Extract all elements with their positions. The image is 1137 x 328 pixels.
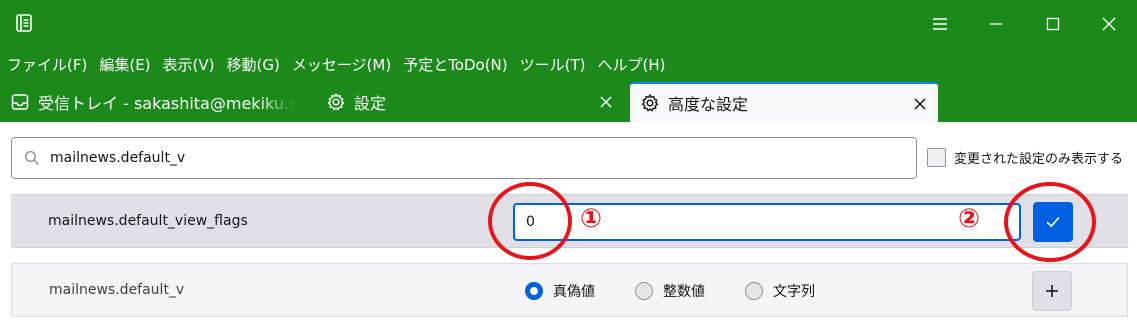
close-window-button[interactable] [1081,0,1137,48]
radio-label: 文字列 [773,284,815,300]
radio-label: 真偽値 [553,284,595,300]
maximize-icon [1046,17,1060,31]
address-book-icon[interactable] [14,13,34,33]
search-icon [24,150,39,165]
tab-settings[interactable]: 設定 [326,82,626,122]
minimize-button[interactable] [968,0,1024,48]
pref-name: mailnews.default_view_flags [48,213,248,229]
gear-icon [641,94,659,112]
close-icon [1102,17,1116,31]
search-box [11,137,917,179]
close-icon [600,96,612,108]
maximize-button[interactable] [1025,0,1081,48]
menu-view[interactable]: 表示(V) [161,48,221,82]
menu-tools[interactable]: ツール(T) [518,48,592,82]
radio-button[interactable] [635,282,653,300]
type-radio-group: 真偽値 整数値 文字列 [12,264,1012,318]
radio-label: 整数値 [663,284,705,300]
radio-number[interactable]: 整数値 [635,281,705,301]
tab-advanced-settings-close-button[interactable] [910,94,930,114]
menu-go[interactable]: 移動(G) [225,48,286,82]
gear-icon [327,93,345,111]
tab-settings-label: 設定 [354,94,387,113]
close-icon [914,98,926,110]
annotation-number-2: ② [958,204,981,234]
menu-help[interactable]: ヘルプ(H) [596,48,672,82]
tab-inbox-label: 受信トレイ - sakashita@mekiku.com [38,94,296,113]
modified-only-label: 変更された設定のみ表示する [954,152,1124,167]
radio-button[interactable] [745,282,763,300]
tab-advanced-settings[interactable]: 高度な設定 [630,82,938,122]
tab-advanced-settings-label: 高度な設定 [668,95,749,114]
menu-edit[interactable]: 編集(E) [97,48,156,82]
radio-boolean[interactable]: 真偽値 [525,281,595,301]
radio-button[interactable] [525,282,543,300]
save-button[interactable] [1033,202,1073,242]
menu-file[interactable]: ファイル(F) [5,48,93,82]
radio-string[interactable]: 文字列 [745,281,815,301]
plus-icon [1046,285,1058,297]
checkmark-icon [1046,217,1060,227]
inbox-icon [11,94,29,110]
menu-events-tasks[interactable]: 予定とToDo(N) [401,48,513,82]
add-button[interactable] [1032,271,1072,311]
annotation-number-1: ① [580,204,603,234]
tab-bar: 受信トレイ - sakashita@mekiku.com 設定 高度な設定 [0,82,1137,122]
menu-icon [933,18,947,30]
app-menu-button[interactable] [912,0,968,48]
minimize-icon [990,23,1002,25]
menu-message[interactable]: メッセージ(M) [290,48,397,82]
tab-inbox[interactable]: 受信トレイ - sakashita@mekiku.com [10,82,300,122]
menu-bar: ファイル(F) 編集(E) 表示(V) 移動(G) メッセージ(M) 予定とTo… [0,48,1137,82]
modified-only-toggle[interactable]: 変更された設定のみ表示する [927,148,1123,167]
tab-settings-close-button[interactable] [596,92,616,112]
search-input[interactable] [50,150,910,166]
pref-row-new: mailnews.default_v 真偽値 整数値 文字列 [11,263,1128,317]
modified-only-checkbox[interactable] [927,148,946,167]
title-bar [0,0,1137,48]
